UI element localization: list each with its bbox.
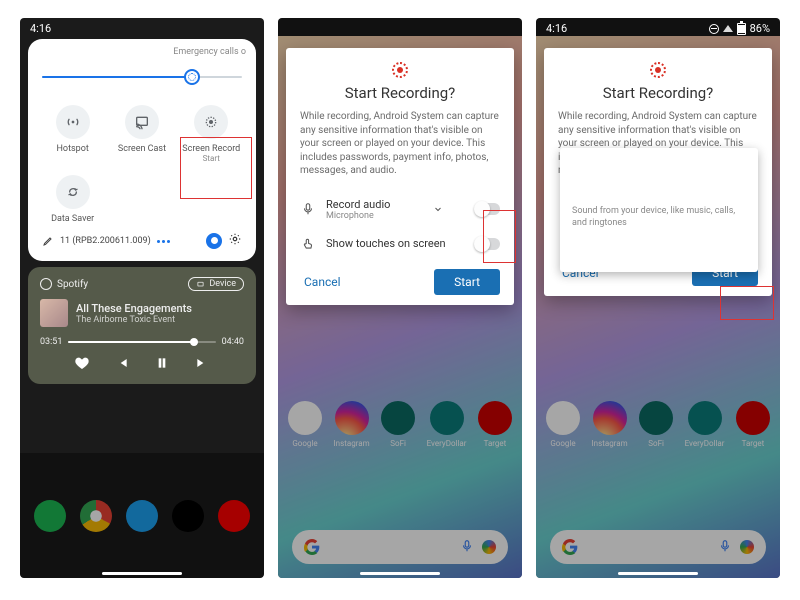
cancel-button[interactable]: Cancel <box>300 269 345 295</box>
emergency-label: Emergency calls o <box>38 47 246 57</box>
dock-app-youtube[interactable] <box>218 500 250 532</box>
qs-footer: 11 (RPB2.200611.009) <box>42 232 242 249</box>
tile-screen-record[interactable]: Screen Record Start <box>177 101 246 171</box>
signal-icon <box>723 25 733 32</box>
row-show-touches[interactable]: Show touches on screen <box>300 229 500 259</box>
dock-app-spotify[interactable] <box>34 500 66 532</box>
brightness-slider[interactable] <box>42 67 242 87</box>
option-microphone[interactable]: Microphone <box>560 154 758 183</box>
build-label: 11 (RPB2.200611.009) <box>60 236 151 246</box>
hotspot-icon <box>56 105 90 139</box>
battery-icon <box>737 23 746 35</box>
option-device-audio[interactable]: Device audio Sound from your device, lik… <box>560 183 758 237</box>
dock <box>20 500 264 532</box>
gesture-bar[interactable] <box>102 572 182 575</box>
page-dots <box>157 236 172 246</box>
status-bar: 4:16 <box>20 18 264 37</box>
tile-hotspot[interactable]: Hotspot <box>38 101 107 171</box>
edit-icon[interactable] <box>42 235 54 247</box>
gesture-bar[interactable] <box>360 572 440 575</box>
quick-settings-panel: Emergency calls o Hotspot Screen Cast Sc… <box>28 39 256 261</box>
track-title: All These Engagements <box>76 302 192 315</box>
dialog-title: Start Recording? <box>300 84 500 102</box>
clock: 4:16 <box>30 22 51 35</box>
user-avatar-icon[interactable] <box>206 233 222 249</box>
record-dialog-icon <box>558 62 758 78</box>
start-button[interactable]: Start <box>434 269 500 295</box>
option-device-and-mic[interactable]: Device audio and microphone <box>560 237 758 266</box>
dock-app-adidas[interactable] <box>172 500 204 532</box>
playback-slider[interactable] <box>68 341 215 343</box>
dropdown-icon[interactable] <box>432 200 444 219</box>
screenshot-1-quicksettings: 4:16 Emergency calls o Hotspot Screen Ca… <box>20 18 264 578</box>
record-icon <box>194 105 228 139</box>
mic-icon <box>300 202 316 216</box>
spotify-icon <box>40 278 52 290</box>
audio-source-menu: Microphone Device audio Sound from your … <box>560 148 758 272</box>
dock-app-chrome[interactable] <box>80 500 112 532</box>
time-total: 04:40 <box>222 337 244 347</box>
like-button[interactable] <box>74 355 90 374</box>
settings-icon[interactable] <box>228 232 242 249</box>
battery-percent: 86% <box>750 22 770 35</box>
dialog-title: Start Recording? <box>558 84 758 102</box>
record-dialog: Start Recording? While recording, Androi… <box>286 48 514 305</box>
pause-button[interactable] <box>154 355 170 374</box>
toggle-record-audio[interactable] <box>474 203 500 215</box>
media-app: Spotify <box>40 278 88 290</box>
media-card: Spotify Device All These Engagements The… <box>28 267 256 384</box>
screenshot-2-dialog: Google Instagram SoFi EveryDollar Target… <box>278 18 522 578</box>
status-bar <box>278 18 522 24</box>
status-bar: 4:16 86% <box>536 18 780 37</box>
album-art <box>40 299 68 327</box>
dialog-description: While recording, Android System can capt… <box>300 110 500 178</box>
touch-icon <box>300 237 316 251</box>
output-device-button[interactable]: Device <box>188 277 244 291</box>
track-artist: The Airborne Toxic Event <box>76 315 192 325</box>
cast-icon <box>125 105 159 139</box>
tile-data-saver[interactable]: Data Saver <box>38 171 107 232</box>
tile-screen-cast[interactable]: Screen Cast <box>107 101 176 171</box>
toggle-show-touches[interactable] <box>474 238 500 250</box>
next-button[interactable] <box>194 355 210 374</box>
row-record-audio[interactable]: Record audio Microphone <box>300 190 500 229</box>
screenshot-3-dialog-menu: 4:16 86% Google Instagram SoFi EveryDoll… <box>536 18 780 578</box>
time-elapsed: 03:51 <box>40 337 62 347</box>
record-dialog-icon <box>300 62 500 78</box>
data-saver-icon <box>56 175 90 209</box>
dock-app-twitter[interactable] <box>126 500 158 532</box>
prev-button[interactable] <box>114 355 130 374</box>
clock: 4:16 <box>546 22 567 35</box>
dnd-icon <box>709 24 719 34</box>
gesture-bar[interactable] <box>618 572 698 575</box>
